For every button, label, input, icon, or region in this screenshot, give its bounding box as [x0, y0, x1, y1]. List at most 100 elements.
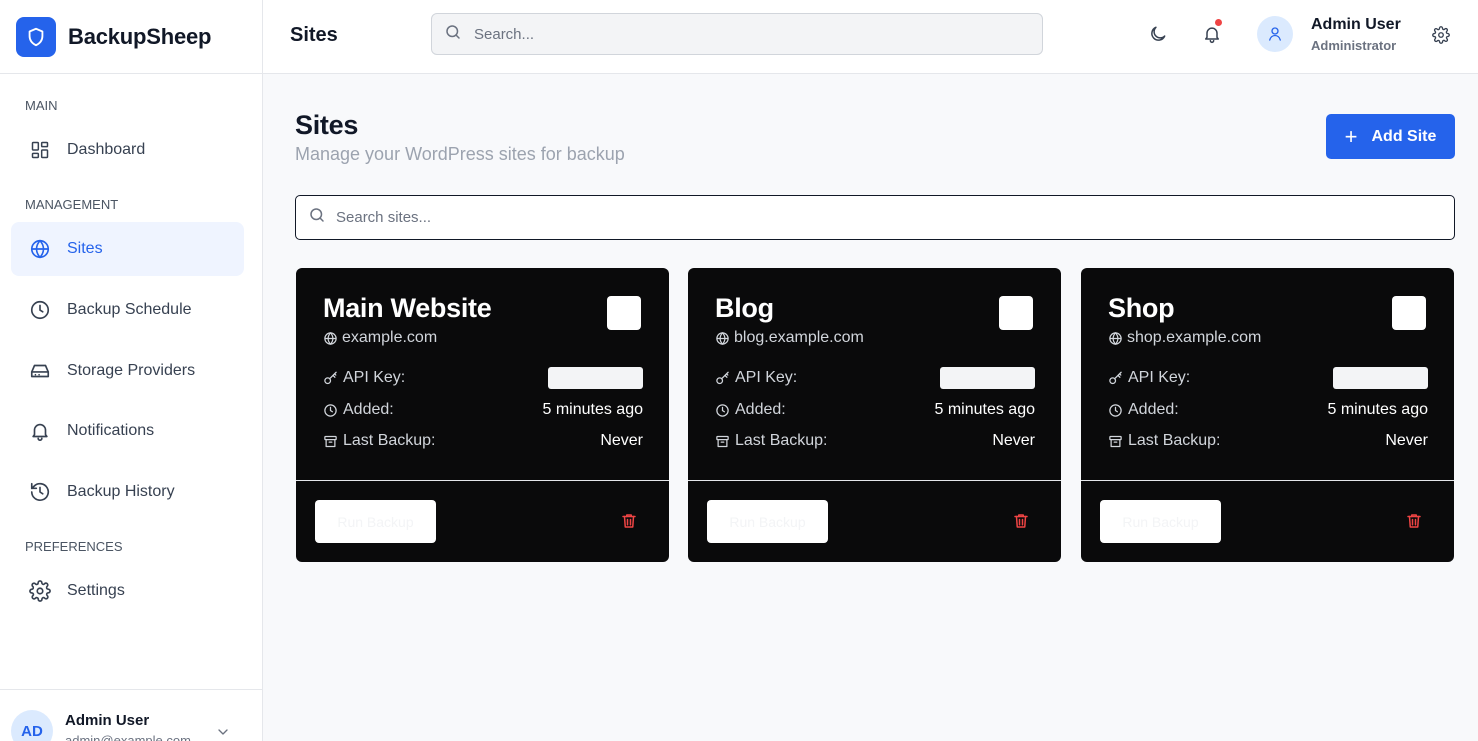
key-icon: [1109, 371, 1122, 384]
top-header: Sites Admin User Administrator: [263, 0, 1478, 74]
archive-icon: [324, 435, 337, 447]
site-settings-button[interactable]: [1392, 296, 1426, 330]
avatar: AD: [11, 710, 53, 741]
nav-section-main: MAIN: [25, 98, 58, 113]
sidebar-item-label: Storage Providers: [67, 362, 196, 379]
last-backup-value: Never: [1385, 432, 1428, 449]
site-card: Shop shop.example.com API Key: Copy API …: [1081, 268, 1454, 562]
site-name: Blog: [715, 293, 774, 323]
sidebar-item-storage-providers[interactable]: Storage Providers: [11, 344, 244, 398]
archive-icon: [1109, 435, 1122, 447]
sidebar-item-label: Dashboard: [67, 141, 146, 158]
run-backup-button[interactable]: Run Backup: [707, 500, 828, 543]
last-backup-row: Last Backup: Never: [323, 430, 643, 452]
site-card: Main Website example.com API Key: Copy A…: [296, 268, 669, 562]
brand-name: BackupSheep: [68, 23, 212, 49]
notifications-bell-icon[interactable]: [1200, 18, 1224, 46]
added-row: Added: 5 minutes ago: [715, 399, 1035, 421]
site-name: Main Website: [323, 293, 492, 323]
global-search[interactable]: [431, 13, 1043, 55]
shield-icon: [16, 16, 56, 57]
site-domain[interactable]: blog.example.com: [715, 329, 864, 347]
clock-icon: [324, 403, 337, 417]
added-label: Added:: [735, 401, 786, 418]
page-title: Sites: [295, 110, 359, 140]
sidebar-item-label: Backup Schedule: [67, 301, 192, 318]
add-site-label: Add Site: [1371, 127, 1437, 145]
global-search-input[interactable]: [474, 25, 1014, 43]
api-key-label: API Key:: [343, 369, 406, 386]
last-backup-value: Never: [992, 432, 1035, 449]
api-key-row: API Key: Copy API Key: [715, 367, 1035, 389]
sites-search[interactable]: [295, 195, 1455, 240]
user-avatar[interactable]: [1257, 16, 1293, 52]
site-domain-text: shop.example.com: [1127, 329, 1262, 346]
gear-icon: [29, 580, 51, 602]
globe-icon: [324, 331, 337, 345]
clock-icon: [29, 299, 51, 321]
last-backup-value: Never: [600, 432, 643, 449]
api-key-row: API Key: Copy API Key: [1108, 367, 1428, 389]
search-icon: [308, 206, 326, 229]
sidebar-item-sites[interactable]: Sites: [11, 222, 244, 276]
archive-icon: [716, 435, 729, 447]
copy-api-key-button[interactable]: Copy API Key: [1333, 367, 1428, 389]
api-key-row: API Key: Copy API Key: [323, 367, 643, 389]
sidebar-user-menu[interactable]: AD Admin User admin@example.com: [0, 689, 263, 741]
card-divider: [1081, 480, 1454, 481]
run-backup-button[interactable]: Run Backup: [315, 500, 436, 543]
globe-icon: [29, 238, 51, 260]
globe-icon: [1109, 331, 1122, 345]
site-domain[interactable]: example.com: [323, 329, 437, 347]
added-row: Added: 5 minutes ago: [323, 399, 643, 421]
sidebar-item-dashboard[interactable]: Dashboard: [11, 123, 244, 177]
key-icon: [324, 371, 337, 384]
copy-api-key-button[interactable]: Copy API Key: [548, 367, 643, 389]
brand[interactable]: BackupSheep: [0, 0, 262, 74]
chevron-down-icon[interactable]: [215, 724, 231, 741]
site-domain-text: example.com: [342, 329, 438, 346]
site-domain[interactable]: shop.example.com: [1108, 329, 1261, 347]
api-key-label: API Key:: [735, 369, 798, 386]
site-domain-text: blog.example.com: [734, 329, 864, 346]
nav-section-management: MANAGEMENT: [25, 197, 119, 212]
sidebar-user-name: Admin User: [65, 712, 150, 729]
added-value: 5 minutes ago: [934, 401, 1035, 418]
sidebar: BackupSheep MAIN Dashboard MANAGEMENT Si…: [0, 0, 263, 741]
added-row: Added: 5 minutes ago: [1108, 399, 1428, 421]
sidebar-item-label: Sites: [67, 240, 103, 257]
last-backup-row: Last Backup: Never: [715, 430, 1035, 452]
settings-gear-icon[interactable]: [1429, 23, 1453, 47]
bell-icon: [29, 420, 51, 442]
api-key-label: API Key:: [1128, 369, 1191, 386]
moon-icon[interactable]: [1146, 22, 1170, 46]
header-title: Sites: [290, 24, 338, 46]
clock-icon: [1109, 403, 1122, 417]
trash-icon[interactable]: [1011, 511, 1031, 531]
sidebar-item-backup-history[interactable]: Backup History: [11, 465, 244, 519]
key-icon: [716, 371, 729, 384]
added-value: 5 minutes ago: [1327, 401, 1428, 418]
site-settings-button[interactable]: [999, 296, 1033, 330]
copy-api-key-button[interactable]: Copy API Key: [940, 367, 1035, 389]
add-site-button[interactable]: + Add Site: [1326, 114, 1455, 159]
run-backup-button[interactable]: Run Backup: [1100, 500, 1221, 543]
dashboard-grid-icon: [29, 139, 51, 161]
last-backup-label: Last Backup:: [343, 432, 436, 449]
sidebar-item-settings[interactable]: Settings: [11, 564, 244, 618]
trash-icon[interactable]: [1404, 511, 1424, 531]
history-icon: [29, 481, 51, 503]
sidebar-item-backup-schedule[interactable]: Backup Schedule: [11, 283, 244, 337]
sidebar-item-label: Settings: [67, 582, 125, 599]
last-backup-label: Last Backup:: [735, 432, 828, 449]
sidebar-item-notifications[interactable]: Notifications: [11, 404, 244, 458]
added-value: 5 minutes ago: [542, 401, 643, 418]
search-icon: [444, 23, 462, 46]
site-card: Blog blog.example.com API Key: Copy API …: [688, 268, 1061, 562]
globe-icon: [716, 331, 729, 345]
trash-icon[interactable]: [619, 511, 639, 531]
added-label: Added:: [343, 401, 394, 418]
sites-search-input[interactable]: [336, 209, 1436, 226]
card-divider: [688, 480, 1061, 481]
site-settings-button[interactable]: [607, 296, 641, 330]
